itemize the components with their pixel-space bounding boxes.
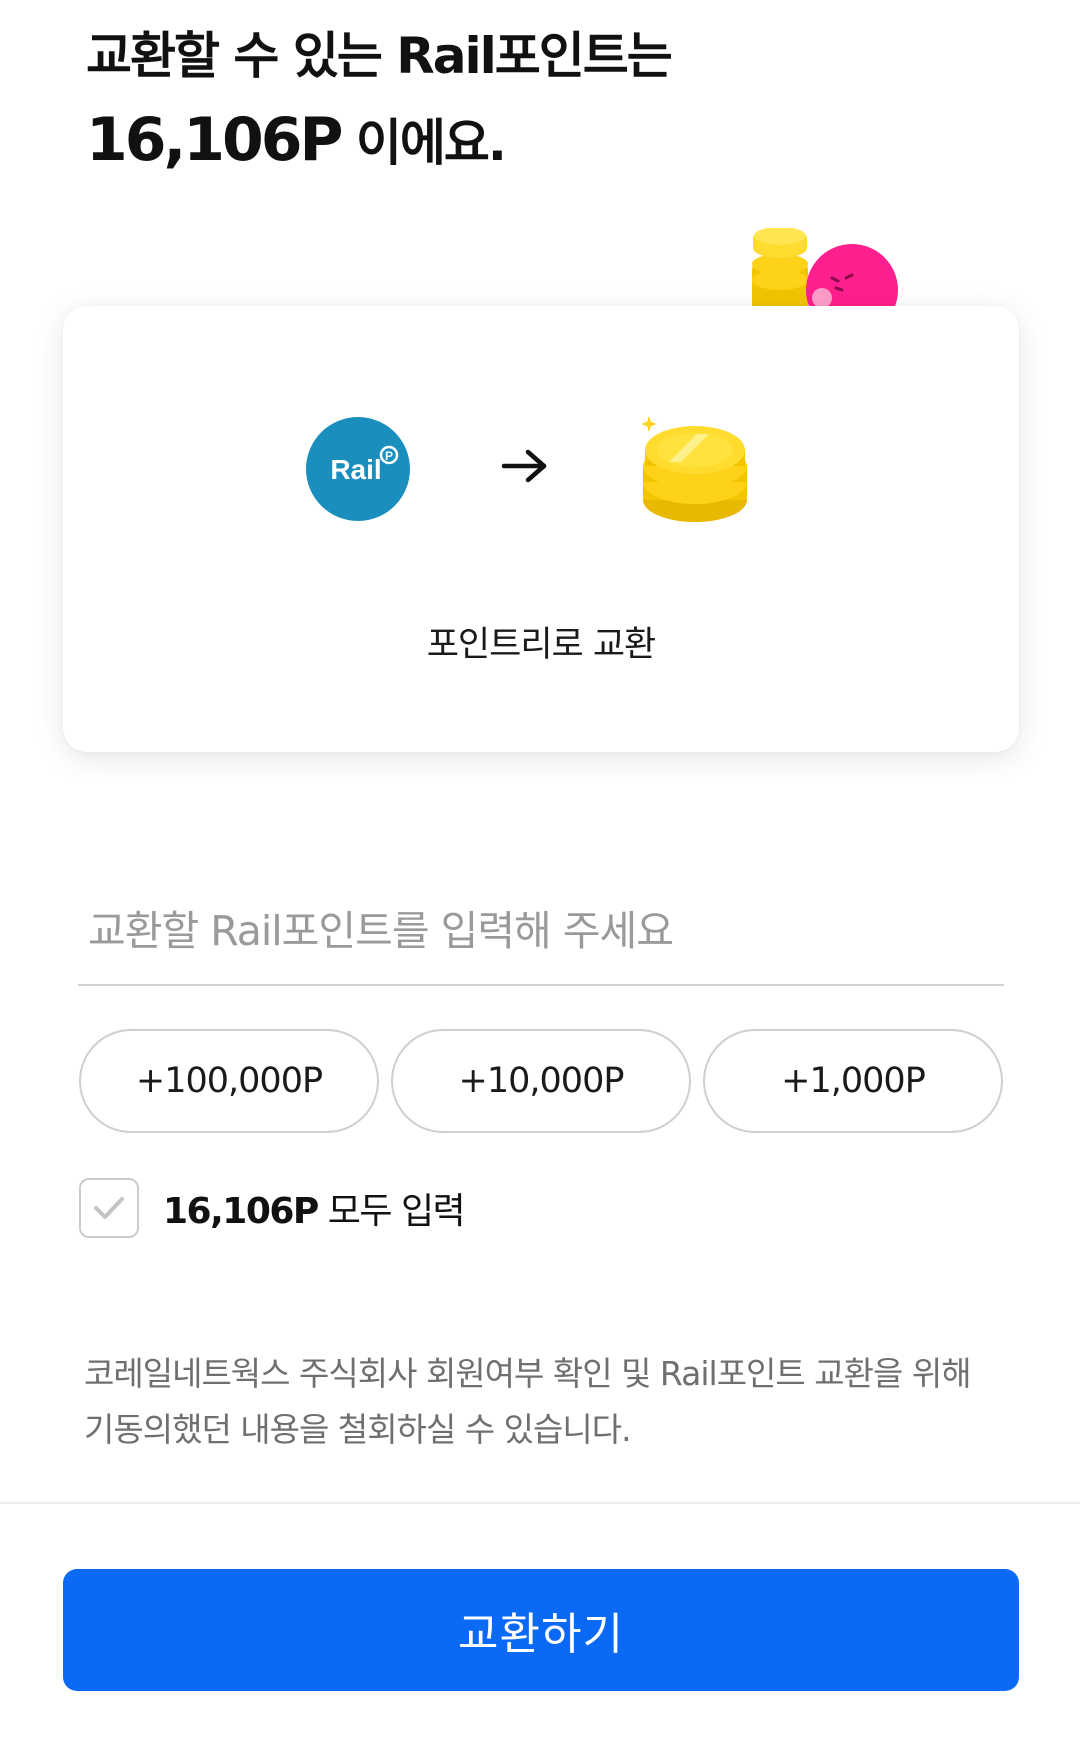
exchange-target-label: 포인트리로 교환 bbox=[426, 625, 657, 665]
exchange-button[interactable]: 교환하기 bbox=[63, 1569, 1019, 1691]
mascot-coin-stack-icon bbox=[752, 228, 808, 308]
checkmark-icon bbox=[94, 1197, 124, 1219]
point-amount-input[interactable] bbox=[78, 878, 1004, 986]
available-points-amount: 16,106P bbox=[86, 105, 344, 175]
exchange-card: Rail P 포인트리로 교환 bbox=[63, 306, 1019, 752]
page-title: 교환할 수 있는 Rail포인트는 16,106P 이에요. bbox=[86, 14, 673, 185]
page-title-line2: 16,106P 이에요. bbox=[86, 98, 671, 185]
consent-notice-text: 코레일네트웍스 주식회사 회원여부 확인 및 Rail포인트 교환을 위해 기동… bbox=[84, 1354, 972, 1449]
add-1000-button[interactable]: +1,000P bbox=[703, 1029, 1003, 1133]
mascot-pink-character-icon bbox=[806, 244, 898, 308]
exchange-points-screen: 교환할 수 있는 Rail포인트는 16,106P 이에요. Rail P 포인… bbox=[0, 0, 1080, 1753]
use-all-label: 16,106P 모두 입력 bbox=[163, 1182, 466, 1234]
page-title-suffix: 이에요. bbox=[340, 114, 507, 172]
page-title-line1: 교환할 수 있는 Rail포인트는 bbox=[86, 27, 673, 85]
coin-mascot-illustration bbox=[750, 228, 910, 308]
rail-point-logo: Rail P bbox=[306, 417, 410, 521]
use-all-text: 모두 입력 bbox=[317, 1191, 466, 1232]
pointree-coin-icon bbox=[635, 410, 755, 528]
bottom-divider bbox=[0, 1502, 1080, 1504]
rail-logo-badge: P bbox=[385, 449, 393, 463]
use-all-amount: 16,106P bbox=[163, 1191, 319, 1232]
arrow-right-icon bbox=[498, 444, 552, 488]
add-100000-button[interactable]: +100,000P bbox=[79, 1029, 379, 1133]
use-all-checkbox[interactable] bbox=[79, 1178, 139, 1238]
add-10000-button[interactable]: +10,000P bbox=[391, 1029, 691, 1133]
use-all-points-option[interactable]: 16,106P 모두 입력 bbox=[79, 1177, 466, 1239]
rail-logo-text: Rail bbox=[330, 454, 381, 485]
